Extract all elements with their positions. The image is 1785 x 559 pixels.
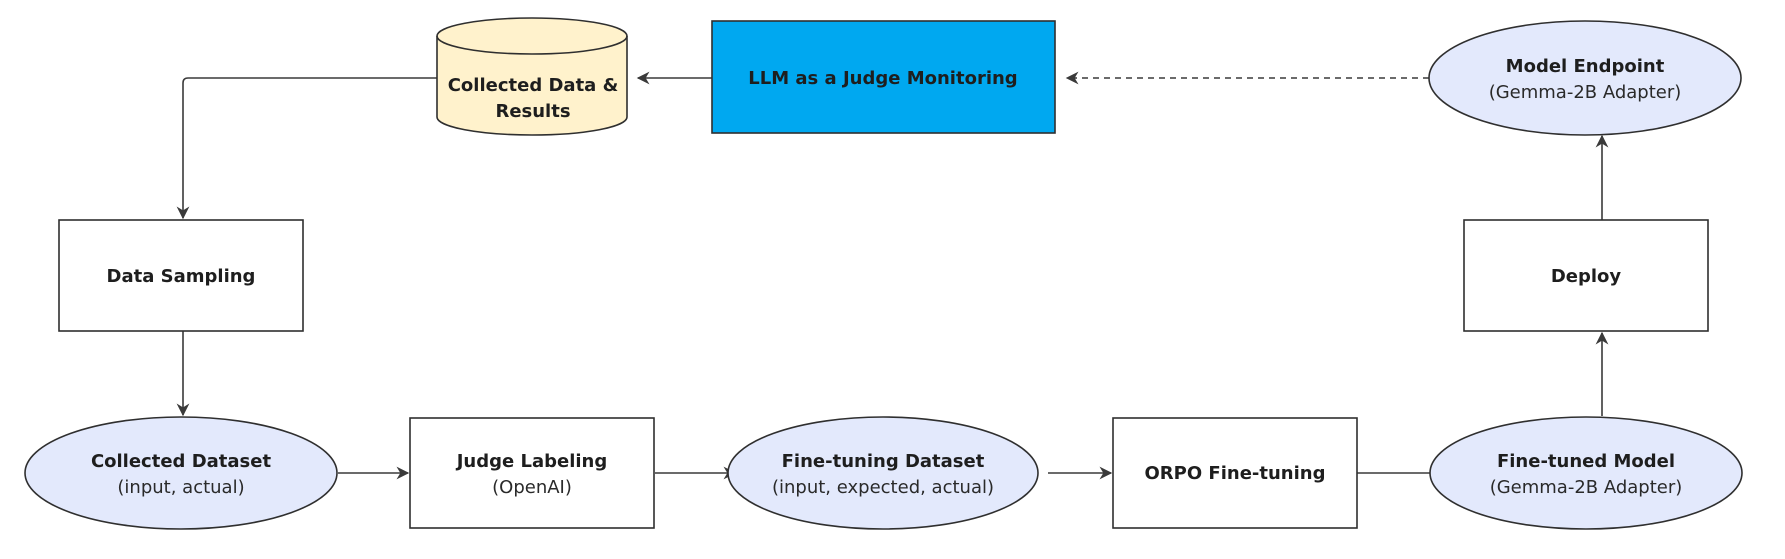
node-ellipse <box>1428 20 1742 136</box>
node-collected-data-results[interactable]: Collected Data & Results <box>436 17 628 136</box>
node-model-endpoint[interactable]: Model Endpoint (Gemma-2B Adapter) <box>1428 20 1742 136</box>
node-title: Deploy <box>1551 266 1622 287</box>
node-llm-judge-monitoring[interactable]: LLM as a Judge Monitoring <box>711 20 1056 134</box>
node-collected-dataset[interactable]: Collected Dataset (input, actual) <box>24 416 338 530</box>
node-label: Results <box>495 101 570 122</box>
node-title: LLM as a Judge Monitoring <box>748 68 1017 89</box>
node-finetuning-dataset[interactable]: Fine-tuning Dataset (input, expected, ac… <box>727 416 1039 530</box>
node-box <box>409 417 655 529</box>
node-title: Judge Labeling <box>455 451 608 472</box>
node-subtitle: (input, expected, actual) <box>772 477 994 498</box>
node-title: Fine-tuned Model <box>1497 451 1675 472</box>
pipeline-diagram: Collected Data & Results LLM as a Judge … <box>24 17 1743 530</box>
node-deploy[interactable]: Deploy <box>1463 219 1709 332</box>
node-title: Model Endpoint <box>1506 56 1665 77</box>
node-orpo-finetuning[interactable]: ORPO Fine-tuning <box>1112 417 1358 529</box>
node-judge-labeling[interactable]: Judge Labeling (OpenAI) <box>409 417 655 529</box>
edge-collected-data-to-sampling <box>176 77 437 220</box>
node-subtitle: (Gemma-2B Adapter) <box>1489 82 1682 103</box>
node-subtitle: (input, actual) <box>117 477 244 498</box>
node-data-sampling[interactable]: Data Sampling <box>58 219 304 332</box>
node-title: Fine-tuning Dataset <box>782 451 985 472</box>
node-ellipse <box>24 416 338 530</box>
node-subtitle: (OpenAI) <box>492 477 572 498</box>
node-finetuned-model[interactable]: Fine-tuned Model (Gemma-2B Adapter) <box>1429 416 1743 530</box>
node-label: Collected Data & <box>448 75 619 96</box>
node-ellipse <box>727 416 1039 530</box>
node-subtitle: (Gemma-2B Adapter) <box>1490 477 1683 498</box>
node-title: Data Sampling <box>107 266 256 287</box>
node-title: ORPO Fine-tuning <box>1145 463 1326 484</box>
node-ellipse <box>1429 416 1743 530</box>
edges <box>176 71 1609 480</box>
node-title: Collected Dataset <box>91 451 272 472</box>
